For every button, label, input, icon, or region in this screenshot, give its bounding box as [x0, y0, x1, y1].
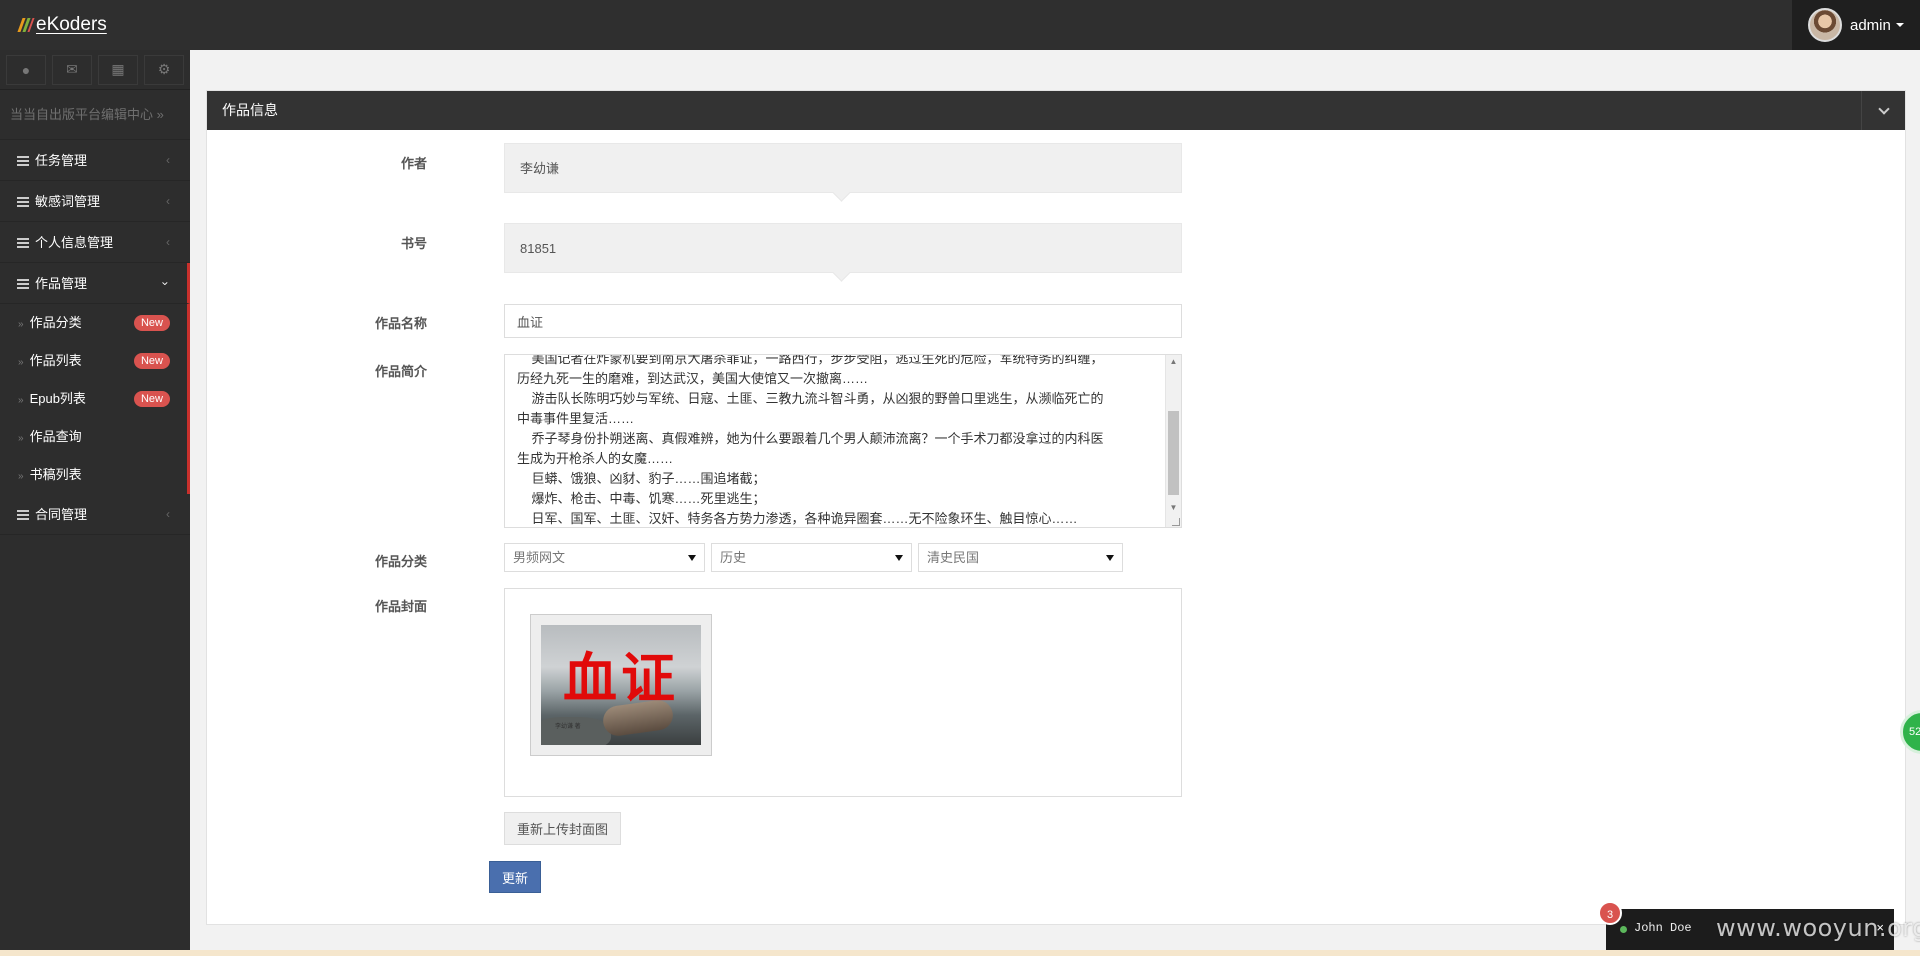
reupload-cover-button[interactable]: 重新上传封面图 [504, 812, 622, 845]
submenu-label: 作品列表 [29, 353, 82, 368]
list-icon [17, 279, 29, 289]
work-name-label: 作品名称 [374, 316, 427, 331]
author-field: 李幼谦 [504, 143, 1182, 193]
sidebar-item-label: 个人信息管理 [35, 235, 114, 250]
book-id-field: 81851 [504, 223, 1182, 273]
resize-grip-icon[interactable] [1172, 518, 1180, 526]
sidebar-item-label: 敏感词管理 [35, 194, 101, 209]
envelope-icon[interactable]: ✉ [52, 54, 92, 85]
author-label: 作者 [400, 156, 427, 171]
summary-text: 美国记者在炸蒙机要到南京大屠杀罪证，一路西行，步步受阻，逃过生死的危险，军统特务… [517, 354, 1104, 526]
cover-author: 李幼谦 著 [555, 724, 581, 730]
category-select-value: 清史民国 [927, 550, 980, 565]
sidebar-item-profile[interactable]: 个人信息管理 ‹ [0, 222, 190, 263]
chevron-right-icon: » [18, 319, 24, 330]
chevron-right-icon: » [18, 395, 24, 406]
sidebar: ● ✉ ▦ ⚙ 当当自出版平台编辑中心 » 任务管理 ‹ 敏感词管理 ‹ 个人信… [0, 50, 190, 956]
new-badge: New [133, 391, 170, 407]
watermark: www.wooyun.org [1716, 914, 1920, 942]
category-select-2[interactable]: 历史 [711, 543, 912, 572]
cover-preview-box: 血证 李幼谦 著 [504, 588, 1182, 797]
sidebar-item-label: 任务管理 [35, 153, 88, 168]
dropdown-arrow-icon [895, 555, 903, 561]
category-select-value: 历史 [720, 550, 747, 565]
chevron-left-icon: ‹ [166, 194, 170, 208]
list-icon [17, 238, 29, 248]
new-badge: New [133, 315, 170, 331]
dropdown-arrow-icon [688, 555, 696, 561]
summary-textarea[interactable]: 美国记者在炸蒙机要到南京大屠杀罪证，一路西行，步步受阻，逃过生死的危险，军统特务… [504, 354, 1182, 528]
submenu-label: 作品查询 [29, 429, 82, 444]
sidebar-item-tasks[interactable]: 任务管理 ‹ [0, 140, 190, 181]
summary-label: 作品简介 [374, 364, 427, 379]
update-button[interactable]: 更新 [489, 861, 542, 893]
sidebar-item-contracts[interactable]: 合同管理 ‹ [0, 494, 190, 535]
sidebar-item-label: 合同管理 [35, 507, 88, 522]
submenu-item-manuscripts[interactable]: » 书稿列表 [0, 456, 187, 494]
chevron-down-icon [1877, 102, 1890, 115]
scroll-up-icon[interactable]: ▲ [1166, 355, 1181, 369]
chevron-right-icon: » [18, 357, 24, 368]
scrollbar-thumb[interactable] [1168, 411, 1179, 495]
new-badge: New [133, 353, 170, 369]
sidebar-item-sensitive-words[interactable]: 敏感词管理 ‹ [0, 181, 190, 222]
work-info-panel: 作品信息 作者 李幼谦 书号 81851 作品名称 作品简介 美国记者在炸蒙机要… [206, 90, 1906, 925]
chevron-down-icon: › [158, 281, 173, 286]
chevron-left-icon: ‹ [166, 507, 170, 521]
sidebar-item-label: 作品管理 [35, 276, 88, 291]
grid-icon[interactable]: ▦ [98, 54, 138, 85]
panel-header: 作品信息 [207, 91, 1905, 130]
chevron-left-icon: ‹ [166, 153, 170, 167]
sidebar-title[interactable]: 当当自出版平台编辑中心 » [0, 90, 190, 140]
cover-image: 血证 李幼谦 著 [541, 625, 701, 745]
submenu-label: 作品分类 [29, 315, 82, 330]
book-id-label: 书号 [400, 236, 427, 251]
dropdown-arrow-icon [1106, 555, 1114, 561]
brand-logo[interactable]: eKoders [17, 14, 141, 36]
brand-name: eKoders [36, 14, 107, 35]
list-icon [17, 197, 29, 207]
main-content: 作品信息 作者 李幼谦 书号 81851 作品名称 作品简介 美国记者在炸蒙机要… [190, 50, 1920, 950]
panel-title: 作品信息 [222, 102, 278, 118]
chevron-right-icon: » [18, 471, 24, 482]
online-status-icon [1620, 926, 1627, 933]
chat-contact-name: John Doe [1634, 921, 1692, 935]
sidebar-item-works[interactable]: 作品管理 › [0, 263, 190, 304]
submenu-item-epub-list[interactable]: » Epub列表 New [0, 380, 187, 418]
submenu-item-work-search[interactable]: » 作品查询 [0, 418, 187, 456]
scrollbar[interactable]: ▲ ▼ [1165, 355, 1181, 527]
cover-label: 作品封面 [374, 599, 427, 614]
category-label: 作品分类 [374, 554, 427, 569]
cover-title: 血证 [563, 647, 679, 710]
top-navbar: eKoders admin [0, 0, 1920, 50]
collapse-button[interactable] [1861, 91, 1905, 130]
gear-icon[interactable]: ⚙ [144, 54, 184, 85]
submenu-label: 书稿列表 [29, 467, 82, 482]
scroll-down-icon[interactable]: ▼ [1166, 501, 1181, 515]
chevron-left-icon: ‹ [166, 235, 170, 249]
work-name-input[interactable] [504, 304, 1182, 338]
avatar [1808, 8, 1842, 42]
bottom-strip [0, 950, 1920, 956]
submenu-item-work-list[interactable]: » 作品列表 New [0, 342, 187, 380]
user-icon[interactable]: ● [6, 54, 46, 85]
submenu-item-categories[interactable]: » 作品分类 New [0, 304, 187, 342]
list-icon [17, 510, 29, 520]
user-menu[interactable]: admin [1792, 0, 1920, 50]
works-submenu: » 作品分类 New » 作品列表 New » Epub列表 New » 作品查询 » 书… [0, 304, 190, 494]
chevron-right-icon: » [18, 433, 24, 444]
caret-down-icon [1895, 23, 1904, 27]
user-name: admin [1850, 16, 1891, 34]
logo-stripes-icon [17, 17, 35, 33]
cover-thumbnail[interactable]: 血证 李幼谦 著 [530, 614, 712, 756]
submenu-label: Epub列表 [29, 391, 86, 406]
category-select-1[interactable]: 男频网文 [504, 543, 705, 572]
category-select-3[interactable]: 清史民国 [918, 543, 1123, 572]
list-icon [17, 156, 29, 166]
chat-count-badge: 3 [1598, 901, 1622, 925]
category-select-value: 男频网文 [513, 550, 566, 565]
sidebar-shortcuts: ● ✉ ▦ ⚙ [0, 50, 190, 90]
